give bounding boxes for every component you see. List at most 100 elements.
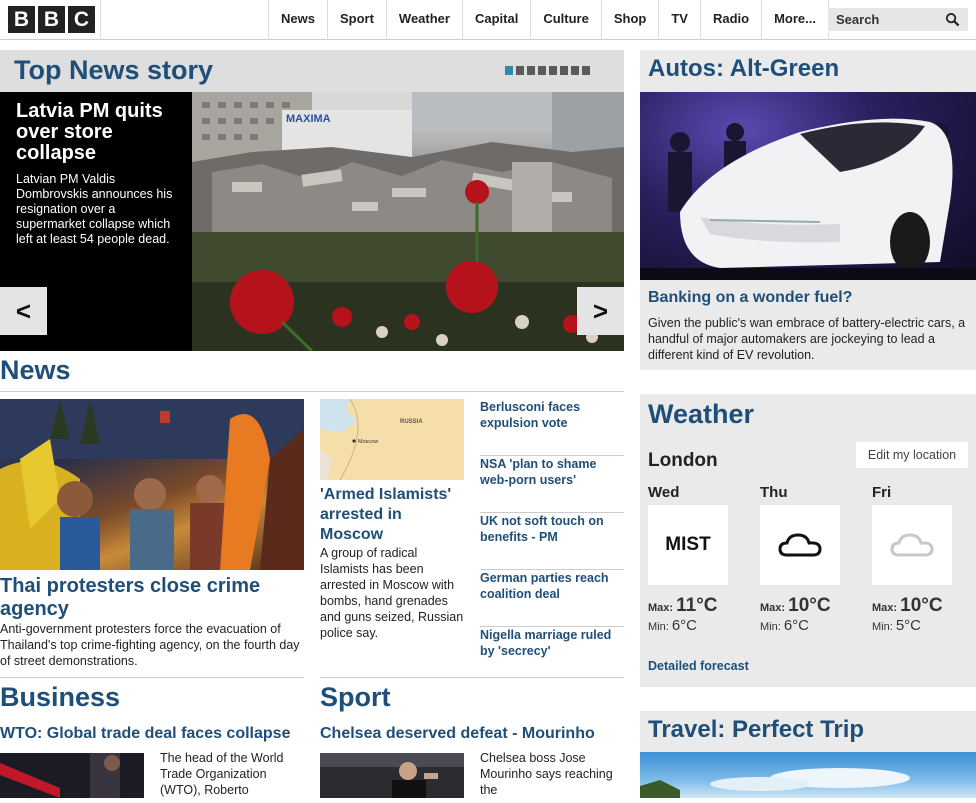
nav-weather[interactable]: Weather (385, 0, 462, 40)
sport-headline[interactable]: Chelsea deserved defeat - Mourinho (320, 725, 595, 743)
weather-panel: Weather London Edit my location Wed MIST… (640, 394, 976, 687)
edit-location-button[interactable]: Edit my location (856, 442, 968, 468)
sport-summary: Chelsea boss Jose Mourinho says reaching… (480, 751, 613, 797)
autos-panel: Autos: Alt-Green Banking on a wonder fue… (640, 50, 976, 370)
business-summary: The head of the World Trade Organization… (160, 751, 284, 797)
moscow-headline[interactable]: 'Armed Islamists' arrested in Moscow (320, 485, 464, 545)
travel-panel: Travel: Perfect Trip (640, 711, 976, 798)
section-divider (320, 677, 624, 678)
business-section-title[interactable]: Business (0, 682, 120, 713)
sport-image[interactable] (320, 753, 464, 798)
min-label: Min: (648, 621, 669, 633)
news-list: Berlusconi faces expulsion vote NSA 'pla… (480, 399, 624, 684)
map-label-russia: RUSSIA (400, 419, 423, 425)
logo-letter: C (68, 6, 95, 33)
carousel-pager (505, 66, 590, 75)
carousel-dot[interactable] (516, 66, 524, 75)
carousel-next-button[interactable]: > (577, 287, 624, 335)
carousel-dot[interactable] (571, 66, 579, 75)
moscow-map: RUSSIA Moscow (320, 399, 464, 480)
list-item[interactable]: Nigella marriage ruled by 'secrecy' (480, 627, 624, 684)
business-image[interactable] (0, 753, 144, 798)
top-story-header: Top News story (0, 50, 624, 92)
forecast-day[interactable]: Thu Max: 10°C Min: 6°C (752, 484, 842, 634)
mist-text: MIST (665, 534, 711, 555)
carousel-dot[interactable] (560, 66, 568, 75)
nav-shop[interactable]: Shop (600, 0, 659, 40)
cloud-icon (778, 533, 822, 557)
list-item[interactable]: German parties reach coalition deal (480, 570, 624, 627)
cloud-icon-box (760, 505, 840, 585)
list-item-link[interactable]: Berlusconi faces expulsion vote (480, 400, 580, 430)
sport-section-title[interactable]: Sport (320, 682, 391, 713)
nav-sport[interactable]: Sport (326, 0, 386, 40)
search-icon[interactable] (945, 12, 960, 27)
list-item-link[interactable]: German parties reach coalition deal (480, 571, 609, 601)
min-value: 5°C (895, 617, 922, 634)
list-item[interactable]: UK not soft touch on benefits - PM (480, 513, 624, 570)
top-story-image[interactable]: MAXIMA (192, 92, 624, 351)
store-sign: MAXIMA (286, 113, 331, 125)
site-header: B B C News Sport Weather Capital Culture… (0, 0, 976, 40)
list-item-link[interactable]: Nigella marriage ruled by 'secrecy' (480, 628, 611, 658)
list-item-link[interactable]: UK not soft touch on benefits - PM (480, 514, 604, 544)
max-value: 10°C (900, 595, 943, 616)
nav-capital[interactable]: Capital (461, 0, 530, 40)
search-label: Search (836, 12, 880, 27)
nav-radio[interactable]: Radio (699, 0, 761, 40)
nav-news[interactable]: News (268, 0, 327, 40)
business-headline[interactable]: WTO: Global trade deal faces collapse (0, 725, 290, 743)
header-divider (100, 0, 101, 40)
autos-headline[interactable]: Banking on a wonder fuel? (648, 289, 852, 307)
max-label: Max: (648, 602, 674, 614)
top-story-headline[interactable]: Latvia PM quits over store collapse (16, 101, 176, 164)
bbc-logo[interactable]: B B C (8, 6, 95, 33)
nav-more[interactable]: More... (761, 0, 829, 40)
max-value: 10°C (788, 595, 831, 616)
carousel-dot[interactable] (582, 66, 590, 75)
list-item[interactable]: Berlusconi faces expulsion vote (480, 399, 624, 456)
carousel-dot[interactable] (505, 66, 513, 75)
max-label: Max: (872, 602, 898, 614)
protest-photo (0, 399, 304, 570)
logo-letter: B (8, 6, 35, 33)
mist-icon: MIST (648, 505, 728, 585)
list-item-link[interactable]: NSA 'plan to shame web-porn users' (480, 457, 596, 487)
search-input[interactable]: Search (828, 8, 968, 31)
min-temp: Min: 6°C (752, 617, 842, 634)
min-value: 6°C (783, 617, 810, 634)
collapse-photo: MAXIMA (192, 92, 624, 351)
moscow-map-image[interactable]: RUSSIA Moscow (320, 399, 464, 480)
carousel-dot[interactable] (549, 66, 557, 75)
forecast-day[interactable]: Fri Max: 10°C Min: 5°C (864, 484, 954, 634)
travel-section-title[interactable]: Travel: Perfect Trip (648, 716, 864, 744)
min-temp: Min: 5°C (864, 617, 954, 634)
detailed-forecast-link[interactable]: Detailed forecast (648, 659, 749, 673)
min-value: 6°C (671, 617, 698, 634)
carousel-prev-button[interactable]: < (0, 287, 47, 335)
mourinho-photo (320, 753, 464, 798)
nav-culture[interactable]: Culture (530, 0, 601, 40)
max-temp: Max: 10°C (864, 595, 954, 617)
nav-tv[interactable]: TV (658, 0, 700, 40)
max-temp: Max: 11°C (640, 595, 730, 617)
thai-headline[interactable]: Thai protesters close crime agency (0, 575, 304, 621)
list-item[interactable]: NSA 'plan to shame web-porn users' (480, 456, 624, 513)
weather-section-title[interactable]: Weather (648, 399, 754, 430)
thai-protest-image[interactable] (0, 399, 304, 570)
max-temp: Max: 10°C (752, 595, 842, 617)
weather-city: London (648, 450, 718, 471)
carousel-dot[interactable] (527, 66, 535, 75)
forecast-day[interactable]: Wed MIST Max: 11°C Min: 6°C (640, 484, 730, 634)
autos-section-title[interactable]: Autos: Alt-Green (648, 55, 839, 83)
section-divider (0, 677, 304, 678)
carousel-dot[interactable] (538, 66, 546, 75)
cloud-light-icon-box (872, 505, 952, 585)
news-section-title[interactable]: News (0, 355, 71, 386)
travel-image[interactable] (640, 752, 976, 798)
moscow-summary: A group of radical Islamists has been ar… (320, 546, 464, 640)
autos-image[interactable] (640, 92, 976, 280)
autos-summary: Given the public's wan embrace of batter… (648, 316, 966, 362)
wto-photo (0, 753, 144, 798)
min-label: Min: (872, 621, 893, 633)
